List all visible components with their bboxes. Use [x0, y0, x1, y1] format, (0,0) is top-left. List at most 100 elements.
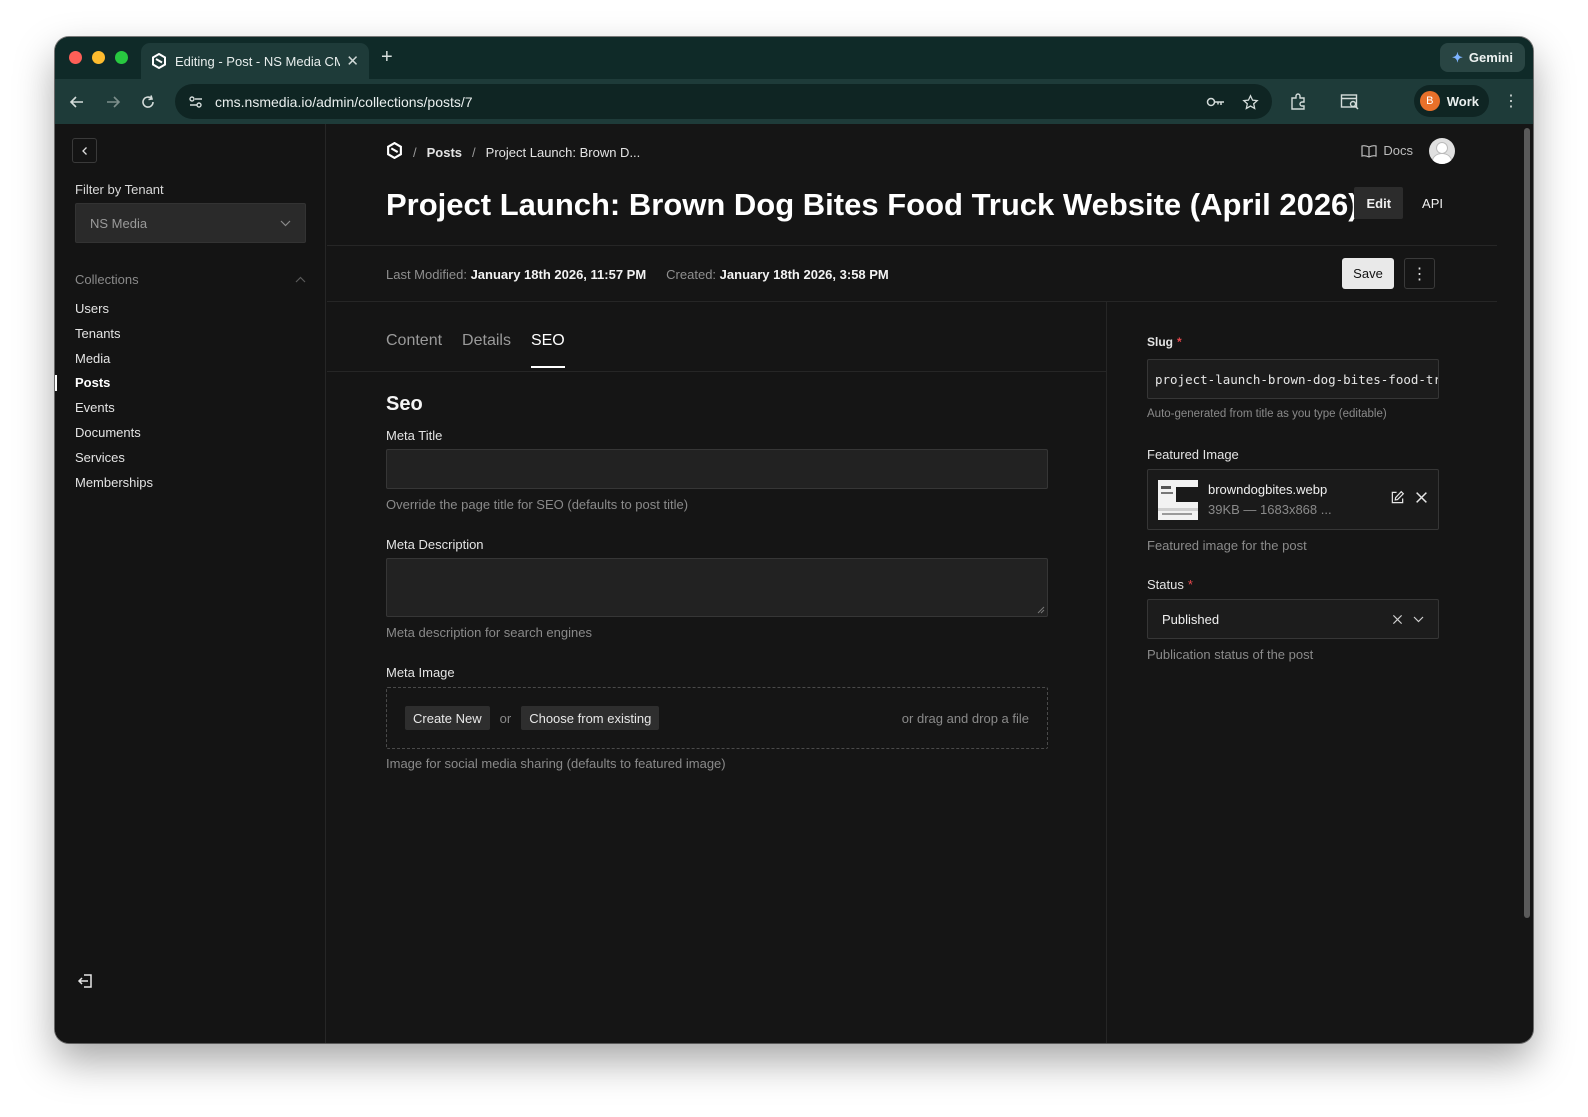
- collections-header[interactable]: Collections: [75, 272, 306, 287]
- home-logo-icon[interactable]: [386, 141, 403, 162]
- tenant-select[interactable]: NS Media: [75, 203, 306, 243]
- url-text: cms.nsmedia.io/admin/collections/posts/7: [215, 93, 473, 110]
- sidebar-item-tenants[interactable]: Tenants: [75, 322, 153, 347]
- meta-description-textarea[interactable]: [386, 558, 1048, 617]
- profile-label: Work: [1446, 93, 1479, 109]
- browser-menu-icon[interactable]: ⋮: [1503, 91, 1519, 111]
- meta-title-label: Meta Title: [386, 428, 443, 443]
- filter-tenant-label: Filter by Tenant: [75, 182, 164, 197]
- remove-icon[interactable]: [1415, 491, 1428, 509]
- sidebar-fields: Slug * project-launch-brown-dog-bites-foo…: [1108, 302, 1497, 1043]
- choose-existing-button[interactable]: Choose from existing: [521, 706, 660, 730]
- field-tabs: Content Details SEO: [386, 332, 565, 368]
- tab-seo[interactable]: SEO: [530, 332, 565, 368]
- extensions-icon[interactable]: [1288, 92, 1308, 112]
- forward-arrow-icon[interactable]: [103, 92, 123, 112]
- meta-image-help: Image for social media sharing (defaults…: [386, 756, 726, 771]
- last-modified: Last Modified: January 18th 2026, 11:57 …: [386, 267, 646, 282]
- chevron-up-icon: [295, 276, 306, 283]
- resize-handle-icon[interactable]: [1037, 606, 1045, 614]
- save-button[interactable]: Save: [1342, 258, 1394, 289]
- bookmark-star-icon[interactable]: [1240, 92, 1260, 112]
- view-tabs: Edit API: [1354, 187, 1455, 219]
- meta-image-dropzone[interactable]: Create New or Choose from existing or dr…: [386, 687, 1048, 749]
- chevron-down-icon: [280, 220, 291, 226]
- meta-description-help: Meta description for search engines: [386, 625, 592, 640]
- featured-image-thumbnail[interactable]: [1158, 479, 1198, 520]
- tenant-value: NS Media: [90, 215, 148, 231]
- browser-window: Editing - Post - NS Media CMS ✕ + ✦ Gemi…: [55, 37, 1533, 1043]
- logout-icon[interactable]: [77, 972, 95, 990]
- gemini-sparkle-icon: ✦: [1452, 49, 1463, 65]
- document-meta: Last Modified: January 18th 2026, 11:57 …: [386, 267, 889, 282]
- divider: [327, 371, 1106, 372]
- browser-toolbar: cms.nsmedia.io/admin/collections/posts/7…: [55, 79, 1533, 124]
- file-meta: 39KB — 1683x868 ...: [1208, 502, 1332, 517]
- slug-help: Auto-generated from title as you type (e…: [1147, 408, 1387, 420]
- tab-edit[interactable]: Edit: [1354, 187, 1404, 219]
- reload-icon[interactable]: [138, 92, 158, 112]
- docs-label: Docs: [1383, 143, 1413, 158]
- clear-icon[interactable]: [1392, 614, 1403, 625]
- collapse-sidebar-button[interactable]: [72, 138, 97, 163]
- created: Created: January 18th 2026, 3:58 PM: [666, 267, 889, 282]
- meta-title-input[interactable]: [386, 449, 1048, 489]
- profile-avatar: B: [1419, 91, 1440, 111]
- cms-logo-icon: [151, 53, 167, 69]
- slug-input[interactable]: project-launch-brown-dog-bites-food-truc…: [1147, 359, 1439, 399]
- edit-icon[interactable]: [1390, 490, 1405, 510]
- sidebar-item-posts[interactable]: Posts: [55, 371, 153, 396]
- breadcrumb-posts-link[interactable]: Posts: [427, 145, 462, 160]
- sidebar-item-media[interactable]: Media: [75, 347, 153, 372]
- close-window-button[interactable]: [69, 51, 82, 64]
- vertical-dots-icon: ⋮: [1411, 265, 1428, 283]
- slug-label: Slug *: [1147, 335, 1182, 349]
- profile-button[interactable]: B Work: [1413, 85, 1489, 117]
- tab-content[interactable]: Content: [386, 332, 442, 368]
- chevron-left-icon: [81, 146, 87, 155]
- password-key-icon[interactable]: [1206, 92, 1226, 112]
- sidebar-item-memberships[interactable]: Memberships: [75, 471, 153, 496]
- slug-label-text: Slug: [1147, 335, 1173, 349]
- minimize-window-button[interactable]: [92, 51, 105, 64]
- page-scrollbar[interactable]: [1524, 128, 1530, 918]
- required-mark: *: [1177, 335, 1182, 349]
- divider: [327, 245, 1497, 246]
- page-title: Project Launch: Brown Dog Bites Food Tru…: [386, 187, 1359, 222]
- sidebar-item-events[interactable]: Events: [75, 396, 153, 421]
- seo-heading: Seo: [386, 393, 423, 415]
- last-modified-label: Last Modified:: [386, 267, 467, 282]
- browser-tab[interactable]: Editing - Post - NS Media CMS ✕: [141, 43, 369, 79]
- address-bar[interactable]: cms.nsmedia.io/admin/collections/posts/7: [175, 84, 1272, 119]
- new-tab-icon[interactable]: +: [381, 46, 393, 69]
- back-arrow-icon[interactable]: [67, 92, 87, 112]
- tab-api[interactable]: API: [1410, 187, 1455, 219]
- main-fields: Content Details SEO Seo Meta Title Overr…: [327, 302, 1107, 1043]
- sidebar: Filter by Tenant NS Media Collections Us…: [55, 124, 326, 1043]
- site-settings-icon[interactable]: [187, 93, 205, 111]
- chevron-down-icon[interactable]: [1413, 616, 1424, 623]
- tab-details[interactable]: Details: [462, 332, 511, 368]
- maximize-window-button[interactable]: [115, 51, 128, 64]
- status-label: Status *: [1147, 577, 1193, 592]
- docs-link[interactable]: Docs: [1361, 143, 1413, 158]
- meta-description-label: Meta Description: [386, 537, 484, 552]
- tab-close-icon[interactable]: ✕: [346, 52, 359, 70]
- status-select[interactable]: Published: [1147, 599, 1439, 639]
- status-help: Publication status of the post: [1147, 647, 1314, 662]
- sidebar-item-services[interactable]: Services: [75, 446, 153, 471]
- user-avatar[interactable]: [1429, 138, 1455, 164]
- sidebar-item-documents[interactable]: Documents: [75, 421, 153, 446]
- status-value: Published: [1162, 611, 1220, 627]
- sidebar-item-users[interactable]: Users: [75, 297, 153, 322]
- collections-title: Collections: [75, 272, 139, 287]
- created-value: January 18th 2026, 3:58 PM: [719, 267, 889, 282]
- featured-image-label: Featured Image: [1147, 447, 1239, 462]
- book-icon: [1361, 144, 1377, 158]
- featured-image-card: browndogbites.webp 39KB — 1683x868 ...: [1147, 469, 1439, 530]
- create-new-button[interactable]: Create New: [405, 706, 490, 730]
- created-label: Created:: [666, 267, 717, 282]
- tab-search-icon[interactable]: [1340, 92, 1360, 112]
- more-options-button[interactable]: ⋮: [1404, 258, 1435, 289]
- gemini-button[interactable]: ✦ Gemini: [1440, 43, 1525, 72]
